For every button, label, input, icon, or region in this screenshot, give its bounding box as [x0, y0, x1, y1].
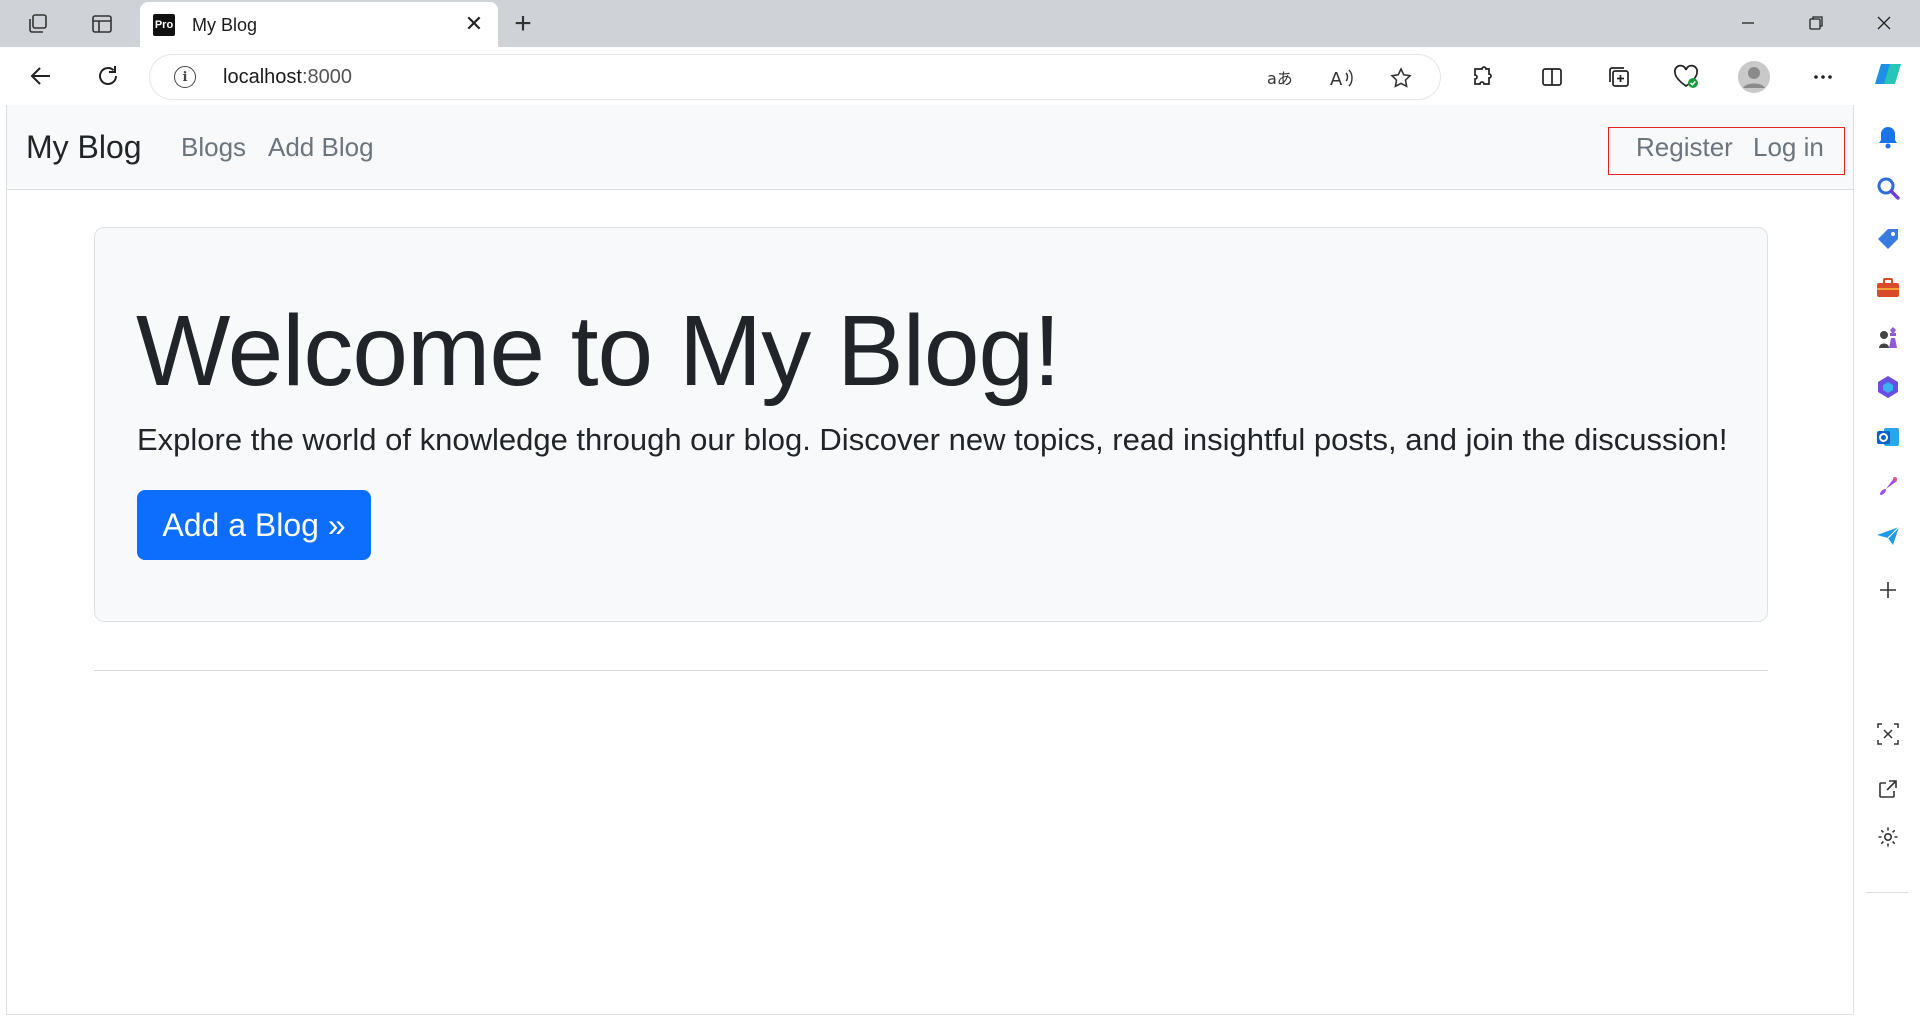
notifications-icon[interactable] [1871, 120, 1905, 154]
minimize-icon[interactable] [1718, 6, 1778, 40]
site-brand-link[interactable]: My Blog [26, 129, 142, 166]
split-screen-icon[interactable] [1532, 57, 1572, 97]
site-navbar: My Blog Blogs Add Blog Register Log in [7, 105, 1853, 190]
favorite-star-icon[interactable] [1384, 61, 1418, 95]
nav-link-blogs[interactable]: Blogs [181, 132, 246, 163]
copilot-icon[interactable] [1871, 57, 1905, 91]
svg-text:aあ: aあ [1267, 69, 1293, 88]
site-info-icon[interactable]: i [174, 66, 196, 88]
hero-title: Welcome to My Blog! [136, 295, 1061, 407]
hero-lead-text: Explore the world of knowledge through o… [137, 422, 1728, 457]
hero-jumbotron: Welcome to My Blog! Explore the world of… [94, 227, 1768, 622]
designer-icon[interactable] [1871, 470, 1905, 504]
more-options-icon[interactable] [1803, 57, 1843, 97]
open-in-window-icon[interactable] [1871, 772, 1905, 806]
new-tab-icon[interactable]: + [505, 7, 541, 41]
sidebar-divider [1866, 892, 1908, 893]
browser-toolbar: i localhost:8000 aあ A [0, 47, 1920, 105]
read-aloud-icon[interactable]: A [1325, 61, 1359, 95]
svg-text:A: A [1330, 69, 1343, 89]
tab-title: My Blog [192, 15, 258, 35]
tab-actions-icon[interactable] [82, 8, 122, 40]
search-icon[interactable] [1871, 171, 1905, 205]
shopping-tag-icon[interactable] [1871, 222, 1905, 256]
add-sidebar-app-icon[interactable] [1871, 573, 1905, 607]
translate-icon[interactable]: aあ [1263, 61, 1297, 95]
send-icon[interactable] [1871, 519, 1905, 553]
close-window-icon[interactable] [1854, 6, 1914, 40]
screenshot-icon[interactable] [1871, 717, 1905, 751]
horizontal-divider [94, 670, 1768, 671]
microsoft-365-icon[interactable] [1871, 370, 1905, 404]
outlook-icon[interactable] [1871, 420, 1905, 454]
url-text[interactable]: localhost:8000 [223, 66, 352, 89]
add-blog-button[interactable]: Add a Blog » [137, 490, 371, 560]
refresh-icon[interactable] [87, 55, 129, 97]
tab-favicon-icon: Pro [153, 14, 175, 36]
workspaces-icon[interactable] [18, 8, 58, 40]
nav-link-add-blog[interactable]: Add Blog [268, 132, 374, 163]
edge-sidebar [1854, 47, 1920, 1020]
back-icon[interactable] [20, 55, 62, 97]
browser-titlebar: Pro My Blog ✕ + [0, 0, 1920, 47]
address-bar[interactable]: i localhost:8000 aあ A [150, 55, 1440, 99]
nav-link-login[interactable]: Log in [1753, 132, 1824, 163]
profile-avatar[interactable] [1734, 57, 1774, 97]
settings-gear-icon[interactable] [1871, 820, 1905, 854]
games-chess-icon[interactable] [1871, 321, 1905, 355]
restore-icon[interactable] [1786, 6, 1846, 40]
extensions-icon[interactable] [1462, 57, 1502, 97]
active-tab[interactable]: Pro My Blog ✕ [140, 2, 498, 47]
nav-link-register[interactable]: Register [1636, 132, 1733, 163]
tools-briefcase-icon[interactable] [1871, 271, 1905, 305]
browser-essentials-icon[interactable] [1666, 57, 1706, 97]
collections-icon[interactable] [1599, 57, 1639, 97]
page-viewport: My Blog Blogs Add Blog Register Log in W… [6, 105, 1854, 1015]
close-tab-icon[interactable]: ✕ [460, 10, 488, 38]
